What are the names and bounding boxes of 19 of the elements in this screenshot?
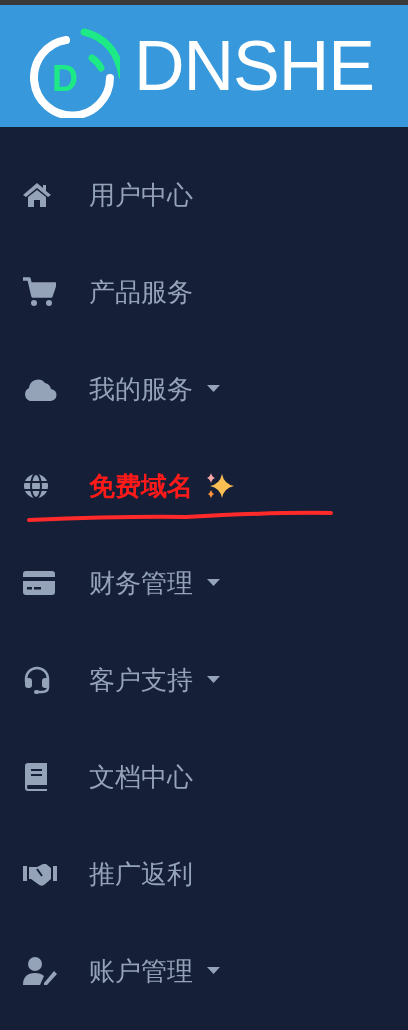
cart-icon bbox=[22, 276, 56, 307]
credit-card-icon bbox=[22, 569, 56, 596]
headset-icon bbox=[22, 664, 52, 695]
logo-mark: D bbox=[30, 14, 120, 118]
sparkle-icon bbox=[205, 471, 235, 500]
brand-wordmark: DNSHE bbox=[134, 31, 375, 101]
menu-item[interactable]: 产品服务 bbox=[89, 278, 193, 305]
menu-item[interactable]: 客户支持 bbox=[89, 666, 193, 693]
globe-icon bbox=[22, 471, 50, 500]
home-icon bbox=[22, 181, 52, 208]
menu-item[interactable]: 我的服务 bbox=[89, 375, 193, 402]
menu-item[interactable]: 文档中心 bbox=[89, 763, 193, 790]
book-icon bbox=[22, 761, 48, 792]
menu-item[interactable]: 免费域名 bbox=[89, 472, 193, 499]
menu-item[interactable]: 推广返利 bbox=[89, 860, 193, 887]
user-edit-icon bbox=[22, 955, 58, 986]
menu-item[interactable]: 财务管理 bbox=[89, 569, 193, 596]
menu-item[interactable]: 用户中心 bbox=[89, 181, 193, 208]
menu-item[interactable]: 账户管理 bbox=[89, 957, 193, 984]
